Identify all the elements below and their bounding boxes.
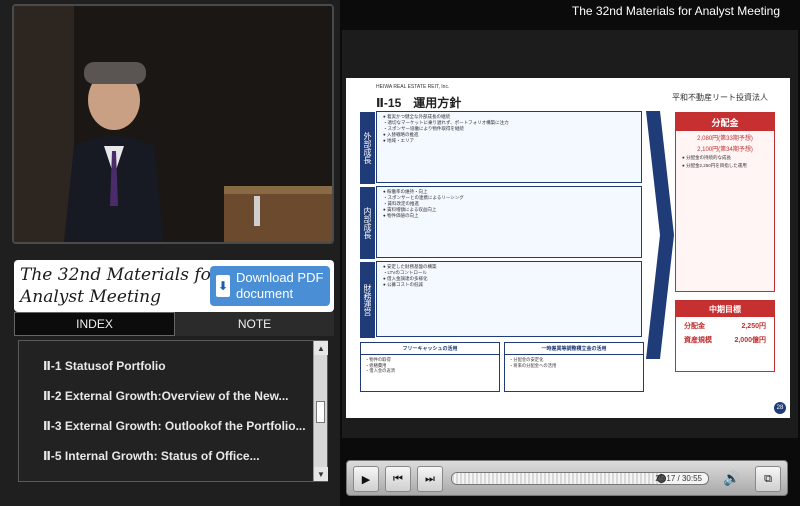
distribution-box: 分配金 2,080円(第33期予想) 2,100円(第34期予想) ● 分配金の… xyxy=(675,112,775,292)
index-items: Ⅱ-1 Statusof Portfolio Ⅱ-2 External Grow… xyxy=(19,341,313,481)
arrow-right-icon xyxy=(646,111,674,359)
free-cash-box: フリーキャッシュの活用 ・物件の取得 ・修繕費用 ・借入金の返済 xyxy=(360,342,500,392)
mid-term-row: 資産規模 2,000億円 xyxy=(684,337,766,344)
volume-icon[interactable]: 🔊 xyxy=(723,470,740,487)
tab-note[interactable]: NOTE xyxy=(175,312,334,336)
section-label: 内部成長 xyxy=(360,187,375,259)
time-display: 25:17 / 30:55 xyxy=(655,474,702,483)
distribution-header: 分配金 xyxy=(676,113,774,131)
player-controls: ▶ ⏮ ⏭ 25:17 / 30:55 🔊 ⧉ xyxy=(346,460,788,496)
mid-term-target-box: 中期目標 分配金 2,250円 資産規模 2,000億円 xyxy=(675,300,775,372)
slide-logo: 平和不動産リート投資法人 xyxy=(672,93,768,102)
section-lines: ● 安定した財務基盤の構築 ・LTVのコントロール ● 借入金調達の多様化 ● … xyxy=(383,264,437,287)
section-lines: ● 着実かつ健全な外部成長の継続 ・適切なマーケットに乗り遅れず、ポートフォリオ… xyxy=(383,114,509,143)
tab-index[interactable]: INDEX xyxy=(14,312,175,336)
right-panel: The 32nd Materials for Analyst Meeting H… xyxy=(340,0,800,506)
index-list: Ⅱ-1 Statusof Portfolio Ⅱ-2 External Grow… xyxy=(18,340,328,482)
reserve-box: 一時差異等調整積立金の活用 ・分配金の安定化 ・将来の分配金への活用 xyxy=(504,342,644,392)
section-financial: 財務運営 ● 安定した財務基盤の構築 ・LTVのコントロール ● 借入金調達の多… xyxy=(360,261,642,338)
mid-term-header: 中期目標 xyxy=(676,301,774,317)
scroll-down-icon[interactable]: ▼ xyxy=(314,467,328,481)
index-item[interactable]: Ⅱ-1 Statusof Portfolio xyxy=(43,359,313,373)
slide-header: HEIWA REAL ESTATE REIT, Inc. Ⅱ-15 運用方針 平… xyxy=(376,84,776,114)
banner-title: The 32nd Materials for Analyst Meeting xyxy=(20,265,219,307)
left-panel: The 32nd Materials for Analyst Meeting ⬇… xyxy=(0,0,340,506)
speaker-video-graphic xyxy=(14,6,332,242)
section-external-growth: 外部成長 ● 着実かつ健全な外部成長の継続 ・適切なマーケットに乗り遅れず、ポー… xyxy=(360,111,642,184)
distribution-value: 2,100円(第34期予想) xyxy=(697,147,753,153)
progress-bar[interactable]: 25:17 / 30:55 xyxy=(451,472,709,485)
section-internal-growth: 内部成長 ● 稼働率の維持・向上 ・スポンサーとの連携によるリーシング ・賃料改… xyxy=(360,186,642,259)
speaker-video[interactable] xyxy=(14,6,332,242)
scroll-thumb[interactable] xyxy=(316,401,325,423)
app-title: The 32nd Materials for Analyst Meeting xyxy=(571,4,780,18)
video-frame xyxy=(12,4,334,244)
index-item[interactable]: Ⅱ-3 External Growth: Outlookof the Portf… xyxy=(43,419,313,433)
progress-fill xyxy=(452,473,662,484)
index-item[interactable]: Ⅱ-5 Internal Growth: Status of Office... xyxy=(43,449,313,463)
previous-button[interactable]: ⏮ xyxy=(385,466,411,492)
pdf-icon: ⬇ xyxy=(216,275,230,297)
download-pdf-label: Download PDF document xyxy=(235,270,324,301)
section-label: 財務運営 xyxy=(360,262,375,338)
fullscreen-button[interactable]: ⧉ xyxy=(755,466,781,492)
index-scrollbar[interactable]: ▲ ▼ xyxy=(313,341,328,481)
next-button[interactable]: ⏭ xyxy=(417,466,443,492)
distribution-note: ● 分配金2,250円を目指した運用 xyxy=(682,163,747,168)
distribution-note: ● 分配金の持続的な成長 xyxy=(682,155,731,160)
index-item[interactable]: Ⅱ-2 External Growth:Overview of the New.… xyxy=(43,389,313,403)
section-label: 外部成長 xyxy=(360,112,375,184)
slide-company-name: HEIWA REAL ESTATE REIT, Inc. xyxy=(376,84,450,90)
tab-bar: INDEX NOTE xyxy=(14,312,334,336)
play-button[interactable]: ▶ xyxy=(353,466,379,492)
pdf-banner[interactable]: The 32nd Materials for Analyst Meeting ⬇… xyxy=(14,260,334,312)
slide-area: HEIWA REAL ESTATE REIT, Inc. Ⅱ-15 運用方針 平… xyxy=(342,30,798,438)
slide-page-number: 28 xyxy=(774,402,786,414)
scroll-up-icon[interactable]: ▲ xyxy=(314,341,328,355)
distribution-value: 2,080円(第33期予想) xyxy=(697,136,753,142)
mid-term-row: 分配金 2,250円 xyxy=(684,323,766,330)
presentation-slide: HEIWA REAL ESTATE REIT, Inc. Ⅱ-15 運用方針 平… xyxy=(346,78,790,418)
download-pdf-button[interactable]: ⬇ Download PDF document xyxy=(210,266,330,306)
section-lines: ● 稼働率の維持・向上 ・スポンサーとの連携によるリーシング ・賃料改定の推進 … xyxy=(383,189,464,218)
slide-title: Ⅱ-15 運用方針 xyxy=(376,96,462,110)
